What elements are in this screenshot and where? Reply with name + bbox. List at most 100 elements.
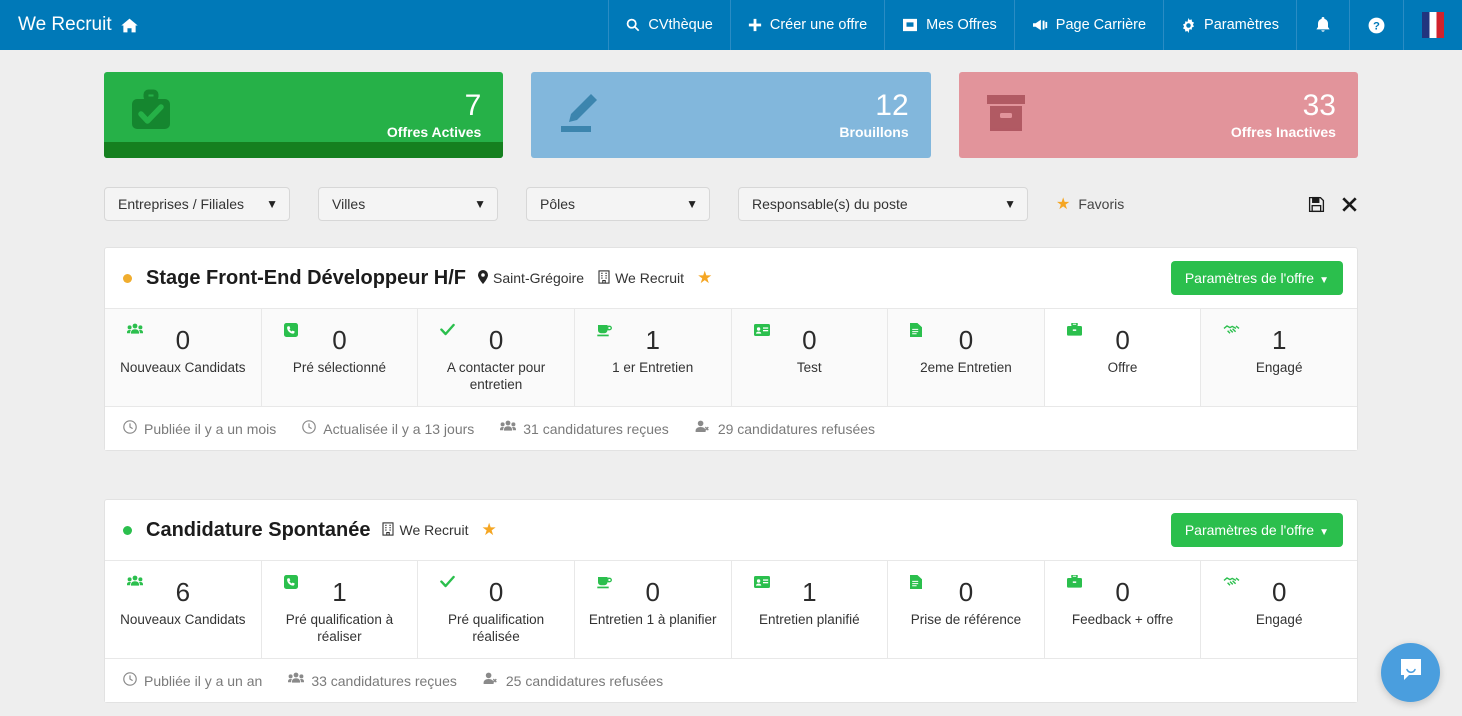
clock-icon xyxy=(302,420,317,437)
pipeline-stage-value: 0 xyxy=(1115,325,1130,355)
pipeline-stage-offre[interactable]: 0 Offre xyxy=(1044,309,1202,406)
chat-bubble-icon xyxy=(1397,656,1425,689)
select-entreprises-filiales[interactable]: Entreprises / Filiales ▼ xyxy=(104,187,290,221)
pipeline-stage-top: 0 xyxy=(896,323,1036,357)
select-label-poles: Pôles xyxy=(540,196,576,212)
offer-title[interactable]: Stage Front-End Développeur H/F xyxy=(146,267,466,290)
caret-down-icon: ▼ xyxy=(1319,527,1329,538)
clear-filter-button[interactable] xyxy=(1341,196,1358,213)
nav-item-cvtheque[interactable]: CVthèque xyxy=(608,0,730,50)
offer-settings-button[interactable]: Paramètres de l'offre ▼ xyxy=(1170,513,1343,547)
pipeline-stage-label: Nouveaux Candidats xyxy=(120,612,246,627)
language-switcher[interactable] xyxy=(1403,0,1462,50)
users-icon xyxy=(127,323,143,342)
pipeline-stage-top: 0 xyxy=(1053,322,1193,357)
save-filter-button[interactable] xyxy=(1308,196,1325,213)
nav-item-mes-offres[interactable]: Mes Offres xyxy=(884,0,1014,50)
pipeline-stage-value: 0 xyxy=(1115,577,1130,607)
stat-text-brouillons: 12 Brouillons xyxy=(839,88,912,140)
stat-value-brouillons: 12 xyxy=(875,88,909,122)
pipeline-stage-value: 0 xyxy=(488,325,504,355)
stat-card-offres-inactives[interactable]: 33 Offres Inactives xyxy=(958,72,1358,158)
briefcase-check-icon xyxy=(126,89,176,142)
offer-favorite-star-icon[interactable]: ★ xyxy=(697,268,712,288)
users-icon xyxy=(500,420,517,437)
file-text-icon xyxy=(910,323,923,342)
pipeline-stage-entretien-1-a-planifier[interactable]: 0 Entretien 1 à planifier xyxy=(574,561,732,658)
offer-footer: Publiée il y a un an 33 candidatures reç… xyxy=(105,658,1357,702)
handshake-icon xyxy=(1223,323,1240,341)
brand-home-link[interactable]: We Recruit xyxy=(0,0,158,50)
pencil-edit-icon xyxy=(553,89,603,142)
page-content: 7 Offres Actives 12 Brouillons 33 Offres… xyxy=(0,50,1462,703)
offer-company-label: We Recruit xyxy=(399,522,469,538)
pipeline-stage-feedback-offre[interactable]: 0 Feedback + offre xyxy=(1044,561,1202,658)
select-villes[interactable]: Villes ▼ xyxy=(318,187,498,221)
offer-applications-refused: 25 candidatures refusées xyxy=(483,672,663,689)
notifications-button[interactable] xyxy=(1296,0,1349,50)
nav-item-parametres[interactable]: Paramètres xyxy=(1163,0,1296,50)
pipeline-stage-nouveaux-candidats[interactable]: 6 Nouveaux Candidats xyxy=(105,561,262,658)
chevron-down-icon: ▼ xyxy=(686,197,698,211)
select-poles[interactable]: Pôles ▼ xyxy=(526,187,710,221)
offer-title[interactable]: Candidature Spontanée xyxy=(146,519,370,542)
search-icon xyxy=(626,18,640,32)
pipeline-stage-test[interactable]: 0 Test xyxy=(731,309,889,406)
pipeline-stage-engage[interactable]: 1 Engagé xyxy=(1201,309,1357,406)
fr-flag-icon xyxy=(1422,12,1444,38)
nav-item-creer-offre[interactable]: Créer une offre xyxy=(729,0,884,50)
offer-pipeline: 0 Nouveaux Candidats 0 Pré sélectionné 0… xyxy=(105,309,1357,406)
id-card-icon xyxy=(753,323,770,341)
nav-item-page-carriere[interactable]: Page Carrière xyxy=(1013,0,1163,50)
pipeline-stage-label: A contacter pour entretien xyxy=(446,360,546,392)
offer-location-label: Saint-Grégoire xyxy=(493,270,585,286)
offer-favorite-star-icon[interactable]: ★ xyxy=(481,520,496,540)
pipeline-stage-nouveaux-candidats[interactable]: 0 Nouveaux Candidats xyxy=(105,309,262,406)
building-icon xyxy=(382,521,395,539)
favoris-filter[interactable]: ★ Favoris xyxy=(1056,194,1124,214)
stat-value-offres-inactives: 33 xyxy=(1302,88,1336,122)
offer-settings-button[interactable]: Paramètres de l'offre ▼ xyxy=(1170,261,1343,295)
offer-applications-refused-label: 29 candidatures refusées xyxy=(717,420,876,437)
stat-card-offres-actives[interactable]: 7 Offres Actives xyxy=(104,72,504,158)
pipeline-stage-label: Feedback + offre xyxy=(1071,612,1174,627)
pipeline-stage-entretien-planifie[interactable]: 1 Entretien planifié xyxy=(731,561,889,658)
nav-label-page-carriere: Page Carrière xyxy=(1055,17,1147,33)
pipeline-stage-pre-selectionne[interactable]: 0 Pré sélectionné xyxy=(261,309,419,406)
pipeline-stage-label: Entretien 1 à planifier xyxy=(588,612,717,627)
chat-launcher-button[interactable] xyxy=(1381,643,1440,702)
stat-footer-bar-offres-actives xyxy=(104,142,504,158)
pipeline-stage-top: 0 xyxy=(113,323,253,357)
pipeline-stage-pre-qualification-realisee[interactable]: 0 Pré qualification réalisée xyxy=(418,561,575,658)
help-button[interactable]: ? xyxy=(1349,0,1403,50)
pipeline-stage-label: Pré sélectionné xyxy=(292,360,386,375)
pipeline-stage-a-contacter[interactable]: 0 A contacter pour entretien xyxy=(418,309,575,406)
navbar-spacer xyxy=(158,0,609,50)
offer-company-label: We Recruit xyxy=(615,270,685,286)
select-label-villes: Villes xyxy=(332,196,366,212)
pipeline-stage-top: 6 xyxy=(113,575,253,609)
id-card-icon xyxy=(753,575,770,593)
briefcase-icon xyxy=(1066,322,1082,341)
stat-card-brouillons[interactable]: 12 Brouillons xyxy=(531,72,931,158)
offer-applications-refused-label: 25 candidatures refusées xyxy=(505,672,664,689)
stat-value-offres-actives: 7 xyxy=(464,88,482,122)
offer-location: Saint-Grégoire xyxy=(478,269,585,287)
pipeline-stage-label: Prise de référence xyxy=(910,612,1022,627)
pipeline-stage-pre-qualification-a-realiser[interactable]: 1 Pré qualification à réaliser xyxy=(261,561,419,658)
pipeline-stage-top: 0 xyxy=(270,323,410,357)
bell-icon xyxy=(1315,16,1331,34)
chevron-down-icon: ▼ xyxy=(266,197,278,211)
select-responsables-poste[interactable]: Responsable(s) du poste ▼ xyxy=(738,187,1028,221)
pipeline-stage-engage[interactable]: 0 Engagé xyxy=(1201,561,1357,658)
file-text-icon xyxy=(910,575,923,594)
coffee-icon xyxy=(597,575,612,594)
pipeline-stage-value: 0 xyxy=(645,577,660,607)
pipeline-stage-top: 0 xyxy=(1053,574,1193,609)
pipeline-stage-2eme-entretien[interactable]: 0 2eme Entretien xyxy=(888,309,1045,406)
pipeline-stage-value: 1 xyxy=(332,577,347,607)
stat-label-offres-inactives: Offres Inactives xyxy=(1230,123,1336,140)
offer-card: Candidature Spontanée We Recruit ★ Param… xyxy=(104,499,1358,703)
pipeline-stage-1er-entretien[interactable]: 1 1 er Entretien xyxy=(574,309,732,406)
pipeline-stage-prise-de-reference[interactable]: 0 Prise de référence xyxy=(888,561,1045,658)
